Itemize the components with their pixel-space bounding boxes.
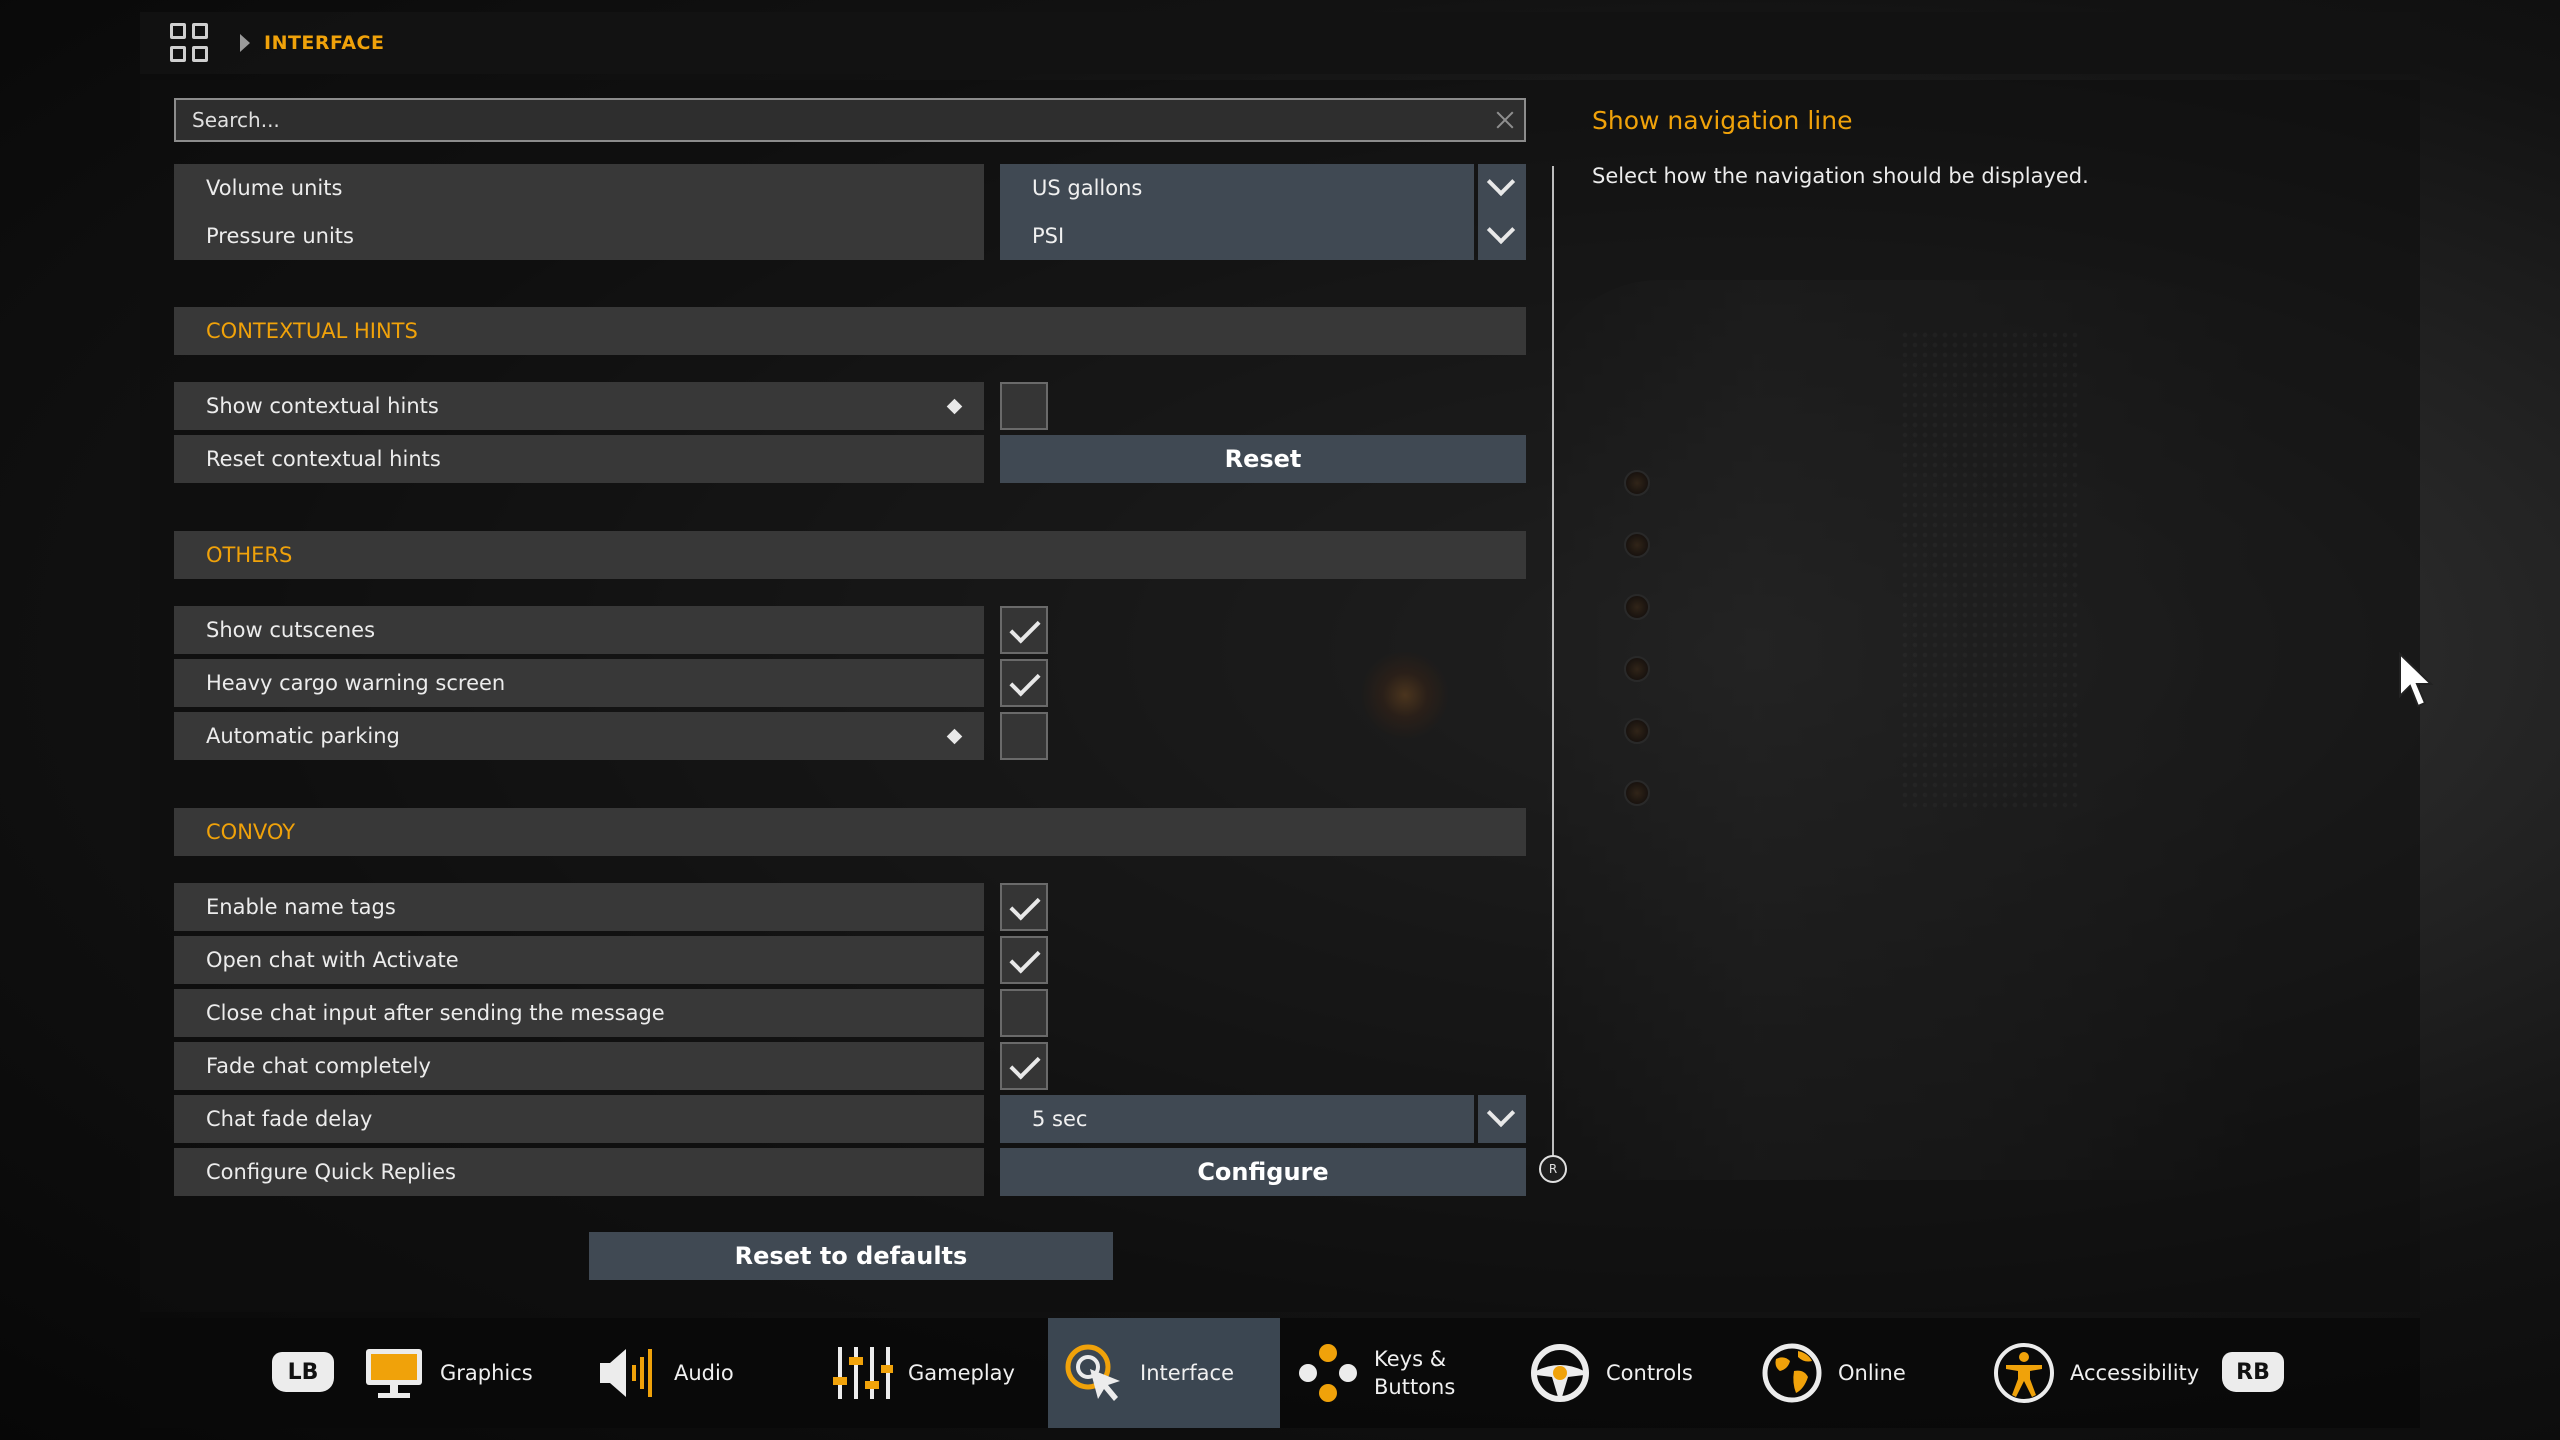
- dropdown-value[interactable]: US gallons: [1000, 164, 1474, 212]
- tab-label: Gameplay: [908, 1361, 1015, 1385]
- section-header-contextual-hints: CONTEXTUAL HINTS: [174, 307, 1526, 355]
- configure-quick-replies-button[interactable]: Configure: [1000, 1148, 1526, 1196]
- monitor-icon: [362, 1341, 426, 1405]
- setting-label: Open chat with Activate: [174, 936, 984, 984]
- chevron-down-icon[interactable]: [1478, 1095, 1526, 1143]
- search-input[interactable]: [176, 100, 1484, 140]
- tab-label: Online: [1838, 1361, 1906, 1385]
- tab-label: Accessibility: [2070, 1361, 2200, 1385]
- automatic-parking-checkbox[interactable]: [1000, 712, 1048, 760]
- show-contextual-hints-checkbox[interactable]: [1000, 382, 1048, 430]
- description-text: Select how the navigation should be disp…: [1592, 164, 2089, 188]
- search-box: [174, 98, 1526, 142]
- setting-label: Show cutscenes: [174, 606, 984, 654]
- setting-label: Chat fade delay: [174, 1095, 984, 1143]
- globe-icon: [1760, 1341, 1824, 1405]
- tab-accessibility[interactable]: Accessibility: [1992, 1318, 2212, 1428]
- left-bumper-button[interactable]: LB: [272, 1352, 334, 1392]
- volume-units-dropdown[interactable]: US gallons: [1000, 164, 1526, 212]
- heavy-cargo-warning-checkbox[interactable]: [1000, 659, 1048, 707]
- tab-graphics[interactable]: Graphics: [362, 1318, 570, 1428]
- tab-label: Interface: [1140, 1361, 1235, 1385]
- open-chat-checkbox[interactable]: [1000, 936, 1048, 984]
- modified-indicator-icon: [946, 398, 963, 415]
- tab-audio[interactable]: Audio: [596, 1318, 796, 1428]
- fade-chat-checkbox[interactable]: [1000, 1042, 1048, 1090]
- grid-menu-icon[interactable]: [170, 23, 210, 63]
- gamepad-buttons-icon: [1296, 1341, 1360, 1405]
- chevron-down-icon[interactable]: [1478, 164, 1526, 212]
- modified-indicator-icon: [946, 728, 963, 745]
- reset-to-defaults-button[interactable]: Reset to defaults: [589, 1232, 1113, 1280]
- setting-label: Reset contextual hints: [174, 435, 984, 483]
- tab-online[interactable]: Online: [1760, 1318, 1960, 1428]
- chevron-down-icon[interactable]: [1478, 212, 1526, 260]
- speaker-icon: [596, 1341, 660, 1405]
- breadcrumb-arrow-icon: [240, 34, 250, 52]
- description-title: Show navigation line: [1592, 106, 1853, 135]
- tab-controls[interactable]: Controls: [1528, 1318, 1728, 1428]
- show-cutscenes-checkbox[interactable]: [1000, 606, 1048, 654]
- scrollbar-track[interactable]: [1552, 166, 1554, 1168]
- dropdown-value[interactable]: 5 sec: [1000, 1095, 1474, 1143]
- setting-label: Automatic parking: [174, 712, 984, 760]
- setting-label: Volume units: [174, 164, 984, 212]
- pressure-units-dropdown[interactable]: PSI: [1000, 212, 1526, 260]
- accessibility-icon: [1992, 1341, 2056, 1405]
- setting-label: Fade chat completely: [174, 1042, 984, 1090]
- tab-gameplay[interactable]: Gameplay: [830, 1318, 1042, 1428]
- setting-label: Heavy cargo warning screen: [174, 659, 984, 707]
- clear-search-icon[interactable]: [1484, 100, 1524, 140]
- tab-label: Keys & Buttons: [1374, 1347, 1456, 1399]
- enable-name-tags-checkbox[interactable]: [1000, 883, 1048, 931]
- setting-label: Show contextual hints: [174, 382, 984, 430]
- tab-label: Audio: [674, 1361, 734, 1385]
- setting-label: Configure Quick Replies: [174, 1148, 984, 1196]
- section-header-others: OTHERS: [174, 531, 1526, 579]
- close-chat-checkbox[interactable]: [1000, 989, 1048, 1037]
- cursor-click-icon: [1062, 1341, 1126, 1405]
- sliders-icon: [830, 1341, 894, 1405]
- scrollbar-thumb[interactable]: R: [1539, 1155, 1567, 1183]
- tab-label: Graphics: [440, 1361, 533, 1385]
- reset-contextual-hints-button[interactable]: Reset: [1000, 435, 1526, 483]
- setting-label: Enable name tags: [174, 883, 984, 931]
- chat-fade-delay-dropdown[interactable]: 5 sec: [1000, 1095, 1526, 1143]
- tab-keys-buttons[interactable]: Keys & Buttons: [1296, 1318, 1496, 1428]
- setting-label: Pressure units: [174, 212, 984, 260]
- right-bumper-button[interactable]: RB: [2222, 1352, 2284, 1392]
- tab-interface[interactable]: Interface: [1048, 1318, 1280, 1428]
- mouse-cursor-icon: [2399, 652, 2434, 708]
- steering-wheel-icon: [1528, 1341, 1592, 1405]
- breadcrumb-current: INTERFACE: [264, 32, 385, 54]
- top-bar: INTERFACE: [140, 12, 2420, 74]
- section-header-convoy: CONVOY: [174, 808, 1526, 856]
- setting-label: Close chat input after sending the messa…: [174, 989, 984, 1037]
- tab-label: Controls: [1606, 1361, 1693, 1385]
- dropdown-value[interactable]: PSI: [1000, 212, 1474, 260]
